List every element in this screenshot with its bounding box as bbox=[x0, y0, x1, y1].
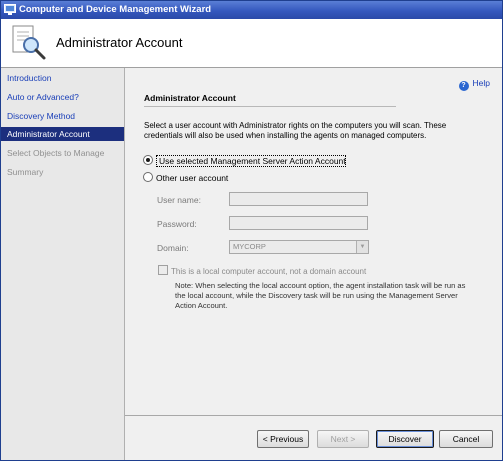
help-link[interactable]: ? Help bbox=[458, 78, 490, 91]
local-account-note: Note: When selecting the local account o… bbox=[175, 281, 466, 310]
section-divider bbox=[144, 106, 396, 107]
nav-step-introduction[interactable]: Introduction bbox=[1, 71, 124, 85]
domain-dropdown: MYCORP ▼ bbox=[229, 240, 369, 254]
radio-label-other-account: Other user account bbox=[156, 173, 229, 183]
radio-use-action-account[interactable]: Use selected Management Server Action Ac… bbox=[143, 155, 346, 167]
radio-button-selected[interactable] bbox=[143, 155, 153, 165]
nav-step-discovery-method[interactable]: Discovery Method bbox=[1, 109, 124, 123]
footer-divider bbox=[125, 415, 502, 416]
section-title: Administrator Account bbox=[144, 93, 236, 103]
chevron-down-icon: ▼ bbox=[356, 241, 368, 253]
nav-step-summary: Summary bbox=[7, 167, 44, 177]
wizard-steps-nav: Introduction Auto or Advanced? Discovery… bbox=[1, 68, 125, 460]
wizard-header: Administrator Account bbox=[1, 19, 502, 68]
wizard-window: Computer and Device Management Wizard Ad… bbox=[0, 0, 503, 461]
next-button: Next > bbox=[317, 430, 369, 448]
local-account-checkbox-row: This is a local computer account, not a … bbox=[158, 265, 366, 276]
username-label: User name: bbox=[157, 195, 201, 205]
cancel-button[interactable]: Cancel bbox=[439, 430, 493, 448]
username-field bbox=[229, 192, 368, 206]
magnifier-document-icon bbox=[12, 25, 46, 60]
nav-step-administrator-account[interactable]: Administrator Account bbox=[1, 127, 124, 141]
title-bar[interactable]: Computer and Device Management Wizard bbox=[1, 1, 502, 19]
local-account-checkbox-label: This is a local computer account, not a … bbox=[171, 267, 367, 276]
help-icon: ? bbox=[458, 81, 469, 91]
page-title: Administrator Account bbox=[56, 35, 183, 50]
domain-value: MYCORP bbox=[233, 242, 266, 251]
discover-button[interactable]: Discover bbox=[376, 430, 434, 448]
previous-button[interactable]: < Previous bbox=[257, 430, 309, 448]
help-label: Help bbox=[472, 78, 490, 88]
nav-step-auto-or-advanced[interactable]: Auto or Advanced? bbox=[1, 90, 124, 104]
domain-label: Domain: bbox=[157, 243, 189, 253]
password-label: Password: bbox=[157, 219, 197, 229]
radio-button-unselected[interactable] bbox=[143, 172, 153, 182]
nav-step-select-objects: Select Objects to Manage bbox=[7, 148, 105, 158]
window-title: Computer and Device Management Wizard bbox=[19, 4, 212, 15]
password-field bbox=[229, 216, 368, 230]
radio-label-action-account: Use selected Management Server Action Ac… bbox=[156, 155, 346, 167]
wizard-content: ? Help Administrator Account Select a use… bbox=[125, 68, 502, 415]
description-text: Select a user account with Administrator… bbox=[144, 121, 447, 140]
local-account-checkbox bbox=[158, 265, 168, 275]
radio-other-user-account[interactable]: Other user account bbox=[143, 172, 228, 184]
wizard-app-icon bbox=[4, 4, 16, 15]
